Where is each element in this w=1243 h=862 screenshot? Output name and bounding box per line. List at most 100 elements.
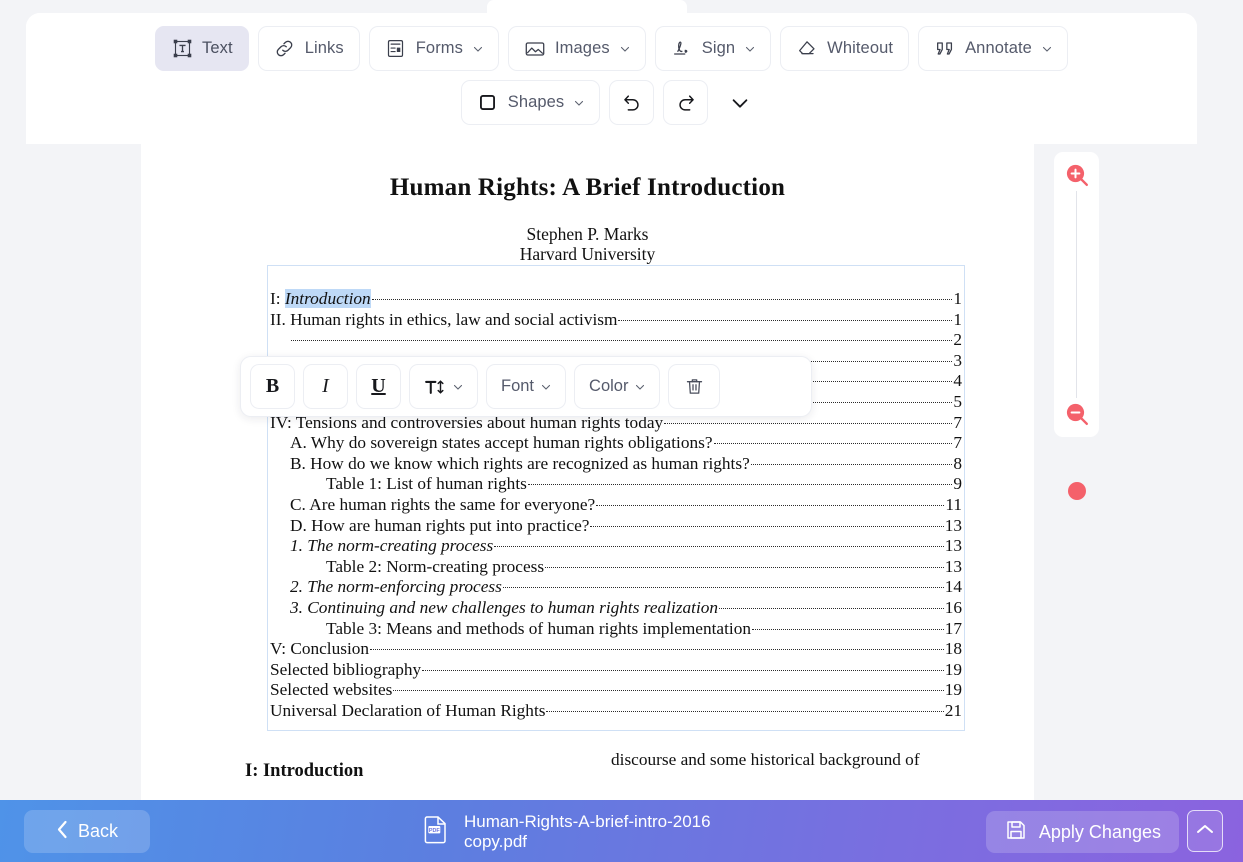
chevron-down-icon — [729, 92, 751, 114]
toc-leader-dots — [546, 711, 943, 712]
toc-page-number: 7 — [953, 413, 962, 434]
tool-label-links: Links — [305, 39, 344, 58]
quote-icon — [934, 38, 956, 60]
back-button[interactable]: Back — [24, 810, 150, 853]
toc-row[interactable]: 1. The norm-creating process13 — [270, 536, 962, 557]
toc-entry-label: B. How do we know which rights are recog… — [290, 454, 750, 475]
toc-row[interactable]: 3. Continuing and new challenges to huma… — [270, 598, 962, 619]
tool-button-sign[interactable]: Sign — [655, 26, 771, 71]
chevron-down-icon — [540, 381, 551, 392]
collapse-bar-button[interactable] — [1187, 810, 1223, 852]
tool-button-shapes[interactable]: Shapes — [461, 80, 601, 125]
tool-button-images[interactable]: Images — [508, 26, 646, 71]
toc-entry-label: 2. The norm-enforcing process — [290, 577, 502, 598]
toc-page-number: 13 — [945, 516, 962, 537]
toc-row[interactable]: 2. The norm-enforcing process14 — [270, 577, 962, 598]
body-text-right-column: discourse and some historical background… — [611, 749, 936, 771]
toc-entry-label: A. Why do sovereign states accept human … — [290, 433, 713, 454]
chevron-down-icon — [744, 43, 755, 54]
signature-icon — [671, 38, 693, 60]
font-color-button[interactable]: Color — [574, 364, 660, 409]
tool-button-annotate[interactable]: Annotate — [918, 26, 1068, 71]
tool-label-forms: Forms — [416, 39, 463, 58]
zoom-slider-thumb[interactable] — [1068, 482, 1086, 500]
font-size-button[interactable] — [409, 364, 478, 409]
font-family-button[interactable]: Font — [486, 364, 566, 409]
tool-button-forms[interactable]: Forms — [369, 26, 499, 71]
tool-button-links[interactable]: Links — [258, 26, 360, 71]
toc-page-number: 11 — [945, 495, 962, 516]
undo-button[interactable] — [609, 80, 654, 125]
toc-entry-label: Universal Declaration of Human Rights — [270, 701, 545, 722]
toc-row[interactable]: Table 1: List of human rights9 — [270, 474, 962, 495]
toc-entry-label: 3. Continuing and new challenges to huma… — [290, 598, 718, 619]
document-title: Human Rights: A Brief Introduction — [141, 174, 1034, 202]
toc-row[interactable]: II. Human rights in ethics, law and soci… — [270, 310, 962, 331]
toc-row[interactable]: A. Why do sovereign states accept human … — [270, 433, 962, 454]
toc-leader-dots — [752, 629, 944, 630]
file-name: Human-Rights-A-brief-intro-2016 copy.pdf — [464, 812, 711, 852]
toc-leader-dots — [422, 670, 944, 671]
table-of-contents[interactable]: I: Introduction1II. Human rights in ethi… — [270, 289, 962, 721]
delete-button[interactable] — [668, 364, 720, 409]
toc-page-number: 9 — [953, 474, 962, 495]
toc-page-number: 1 — [953, 310, 962, 331]
toc-leader-dots — [370, 649, 944, 650]
document-viewport[interactable]: Human Rights: A Brief Introduction Steph… — [26, 144, 1197, 800]
toc-row[interactable]: Table 2: Norm-creating process13 — [270, 557, 962, 578]
toc-entry-label: Selected bibliography — [270, 660, 421, 681]
tool-button-whiteout[interactable]: Whiteout — [780, 26, 909, 71]
toc-page-number: 1 — [953, 289, 962, 310]
toc-row[interactable]: B. How do we know which rights are recog… — [270, 454, 962, 475]
author-affiliation: Harvard University — [141, 244, 1034, 264]
toc-row[interactable]: Selected bibliography19 — [270, 660, 962, 681]
toc-leader-dots — [291, 340, 952, 341]
color-label: Color — [589, 377, 628, 396]
toc-row[interactable]: C. Are human rights the same for everyon… — [270, 495, 962, 516]
toc-entry-label: Selected websites — [270, 680, 392, 701]
chevron-left-icon — [56, 820, 69, 844]
tool-label-annotate: Annotate — [965, 39, 1032, 58]
bottom-action-bar: Back PDF Human-Rights-A-brief-intro-2016… — [0, 800, 1243, 862]
toc-leader-dots — [372, 299, 953, 300]
image-icon — [524, 38, 546, 60]
toc-row[interactable]: V: Conclusion18 — [270, 639, 962, 660]
toc-row[interactable]: Universal Declaration of Human Rights21 — [270, 701, 962, 722]
chevron-down-icon — [1041, 43, 1052, 54]
document-author: Stephen P. Marks Harvard University — [141, 224, 1034, 264]
svg-text:PDF: PDF — [429, 827, 440, 833]
zoom-slider-track[interactable] — [1076, 191, 1077, 398]
redo-button[interactable] — [663, 80, 708, 125]
chevron-down-icon — [452, 381, 463, 392]
toc-row[interactable]: I: Introduction1 — [270, 289, 962, 310]
underline-button[interactable]: U — [356, 364, 401, 409]
back-label: Back — [78, 821, 118, 842]
toc-row[interactable]: 2 — [270, 330, 962, 351]
apply-changes-label: Apply Changes — [1039, 822, 1161, 843]
toolbar-expand-button[interactable] — [717, 80, 762, 125]
square-icon — [477, 92, 499, 114]
toc-page-number: 8 — [953, 454, 962, 475]
toc-page-number: 5 — [953, 392, 962, 413]
toc-row[interactable]: Selected websites19 — [270, 680, 962, 701]
eraser-icon — [796, 38, 818, 60]
zoom-in-icon[interactable] — [1064, 162, 1090, 188]
italic-button[interactable]: I — [303, 364, 348, 409]
tool-button-text[interactable]: Text — [155, 26, 249, 71]
file-info: PDF Human-Rights-A-brief-intro-2016 copy… — [422, 812, 711, 852]
toc-page-number: 16 — [945, 598, 962, 619]
undo-icon — [621, 92, 643, 114]
toc-leader-dots — [664, 423, 952, 424]
trash-icon — [683, 376, 705, 398]
toc-entry-label: Table 2: Norm-creating process — [326, 557, 544, 578]
bold-button[interactable]: B — [250, 364, 295, 409]
toc-row[interactable]: D. How are human rights put into practic… — [270, 516, 962, 537]
apply-changes-button[interactable]: Apply Changes — [986, 811, 1179, 853]
toc-row[interactable]: Table 3: Means and methods of human righ… — [270, 619, 962, 640]
zoom-slider-panel — [1054, 152, 1099, 437]
author-name: Stephen P. Marks — [141, 224, 1034, 244]
zoom-out-icon[interactable] — [1064, 401, 1090, 427]
pdf-page[interactable]: Human Rights: A Brief Introduction Steph… — [141, 144, 1034, 800]
toc-entry-label: C. Are human rights the same for everyon… — [290, 495, 595, 516]
font-size-icon — [424, 376, 446, 398]
